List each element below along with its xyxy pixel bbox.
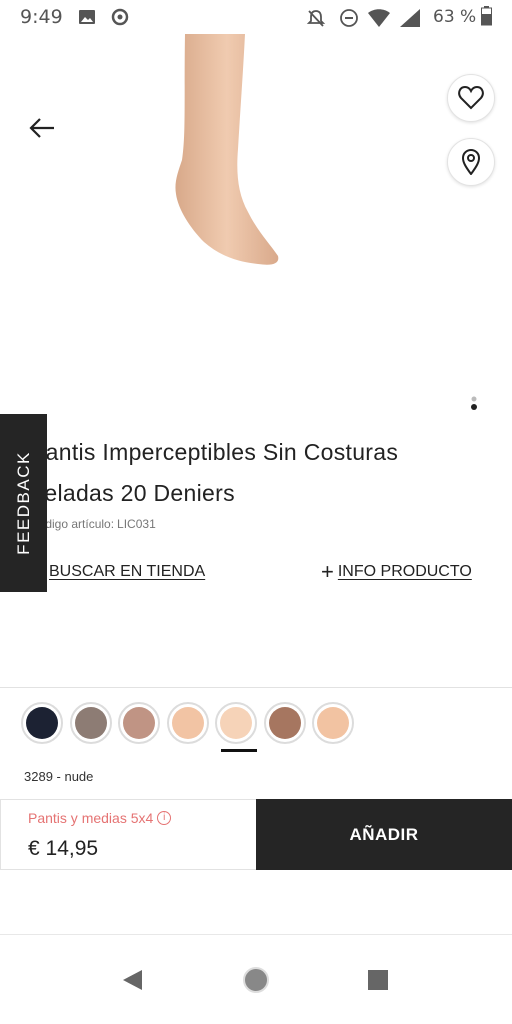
divider	[0, 687, 512, 688]
heart-icon	[458, 86, 484, 110]
product-image[interactable]	[0, 34, 512, 420]
system-nav-bar	[0, 934, 512, 1024]
color-swatches	[21, 702, 361, 744]
square-recents-icon	[368, 970, 388, 990]
color-swatch-fill	[74, 707, 107, 739]
article-code: Código artículo: LIC031	[30, 517, 156, 531]
battery-icon	[481, 6, 492, 30]
find-in-store-label: BUSCAR EN TIENDA	[49, 563, 206, 580]
info-icon[interactable]: i	[157, 811, 172, 825]
back-button[interactable]	[24, 112, 60, 144]
color-swatch[interactable]	[312, 702, 354, 744]
dnd-icon	[339, 8, 359, 32]
promo-label[interactable]: Pantis y medias 5x4 i	[28, 810, 172, 826]
location-pin-icon	[461, 149, 481, 175]
color-swatch[interactable]	[21, 702, 63, 744]
status-bar: 9:49 63 %	[0, 0, 512, 34]
selected-swatch-indicator	[221, 749, 257, 752]
store-location-button[interactable]	[447, 138, 495, 186]
color-swatch-fill	[317, 707, 349, 739]
product-title: Pantis Imperceptibles Sin Costuras Velad…	[30, 432, 470, 514]
nav-back-button[interactable]	[117, 965, 147, 995]
image-icon	[78, 8, 96, 30]
find-in-store-link[interactable]: BUSCAR EN TIENDA	[49, 563, 205, 581]
feedback-tab[interactable]: FEEDBACK	[0, 414, 47, 592]
price: € 14,95	[28, 837, 99, 860]
nav-recents-button[interactable]	[363, 965, 393, 995]
color-swatch[interactable]	[263, 702, 306, 744]
circle-home-icon	[243, 967, 269, 993]
add-to-cart-button[interactable]: AÑADIR	[256, 799, 512, 870]
wifi-icon	[367, 8, 391, 32]
color-swatch-fill	[26, 707, 58, 739]
article-code-value: LIC031	[117, 517, 156, 531]
color-swatch[interactable]	[69, 702, 112, 744]
product-title-line1: Pantis Imperceptibles Sin Costuras	[30, 439, 399, 465]
color-swatch[interactable]	[166, 702, 209, 744]
cast-icon	[110, 8, 130, 30]
status-time: 9:49	[20, 6, 63, 28]
triangle-back-icon	[123, 970, 142, 990]
selected-color-label: 3289 - nude	[24, 769, 94, 784]
product-info-label: INFO PRODUCTO	[337, 563, 472, 580]
product-photo-leg	[175, 34, 279, 265]
color-swatch[interactable]	[215, 702, 257, 744]
color-swatch-fill	[268, 707, 301, 739]
price-box: Pantis y medias 5x4 i € 14,95	[0, 799, 256, 870]
wishlist-button[interactable]	[447, 74, 495, 122]
product-info-link[interactable]: + INFO PRODUCTO	[321, 559, 472, 584]
promo-text: Pantis y medias 5x4	[28, 810, 154, 826]
feedback-label: FEEDBACK	[13, 451, 33, 555]
mute-icon	[306, 8, 326, 32]
arrow-left-icon	[29, 118, 54, 138]
color-swatch[interactable]	[118, 702, 160, 744]
color-swatch-fill	[123, 707, 155, 739]
signal-icon	[399, 8, 421, 32]
battery-percent: 63 %	[433, 7, 477, 27]
plus-icon: +	[321, 559, 334, 584]
product-title-line2: Veladas 20 Deniers	[30, 480, 235, 506]
nav-home-button[interactable]	[241, 965, 271, 995]
purchase-bar: Pantis y medias 5x4 i € 14,95 AÑADIR	[0, 799, 512, 870]
color-swatch-fill	[220, 707, 252, 739]
color-swatch-fill	[171, 707, 204, 739]
image-pagination-dots	[470, 394, 478, 414]
